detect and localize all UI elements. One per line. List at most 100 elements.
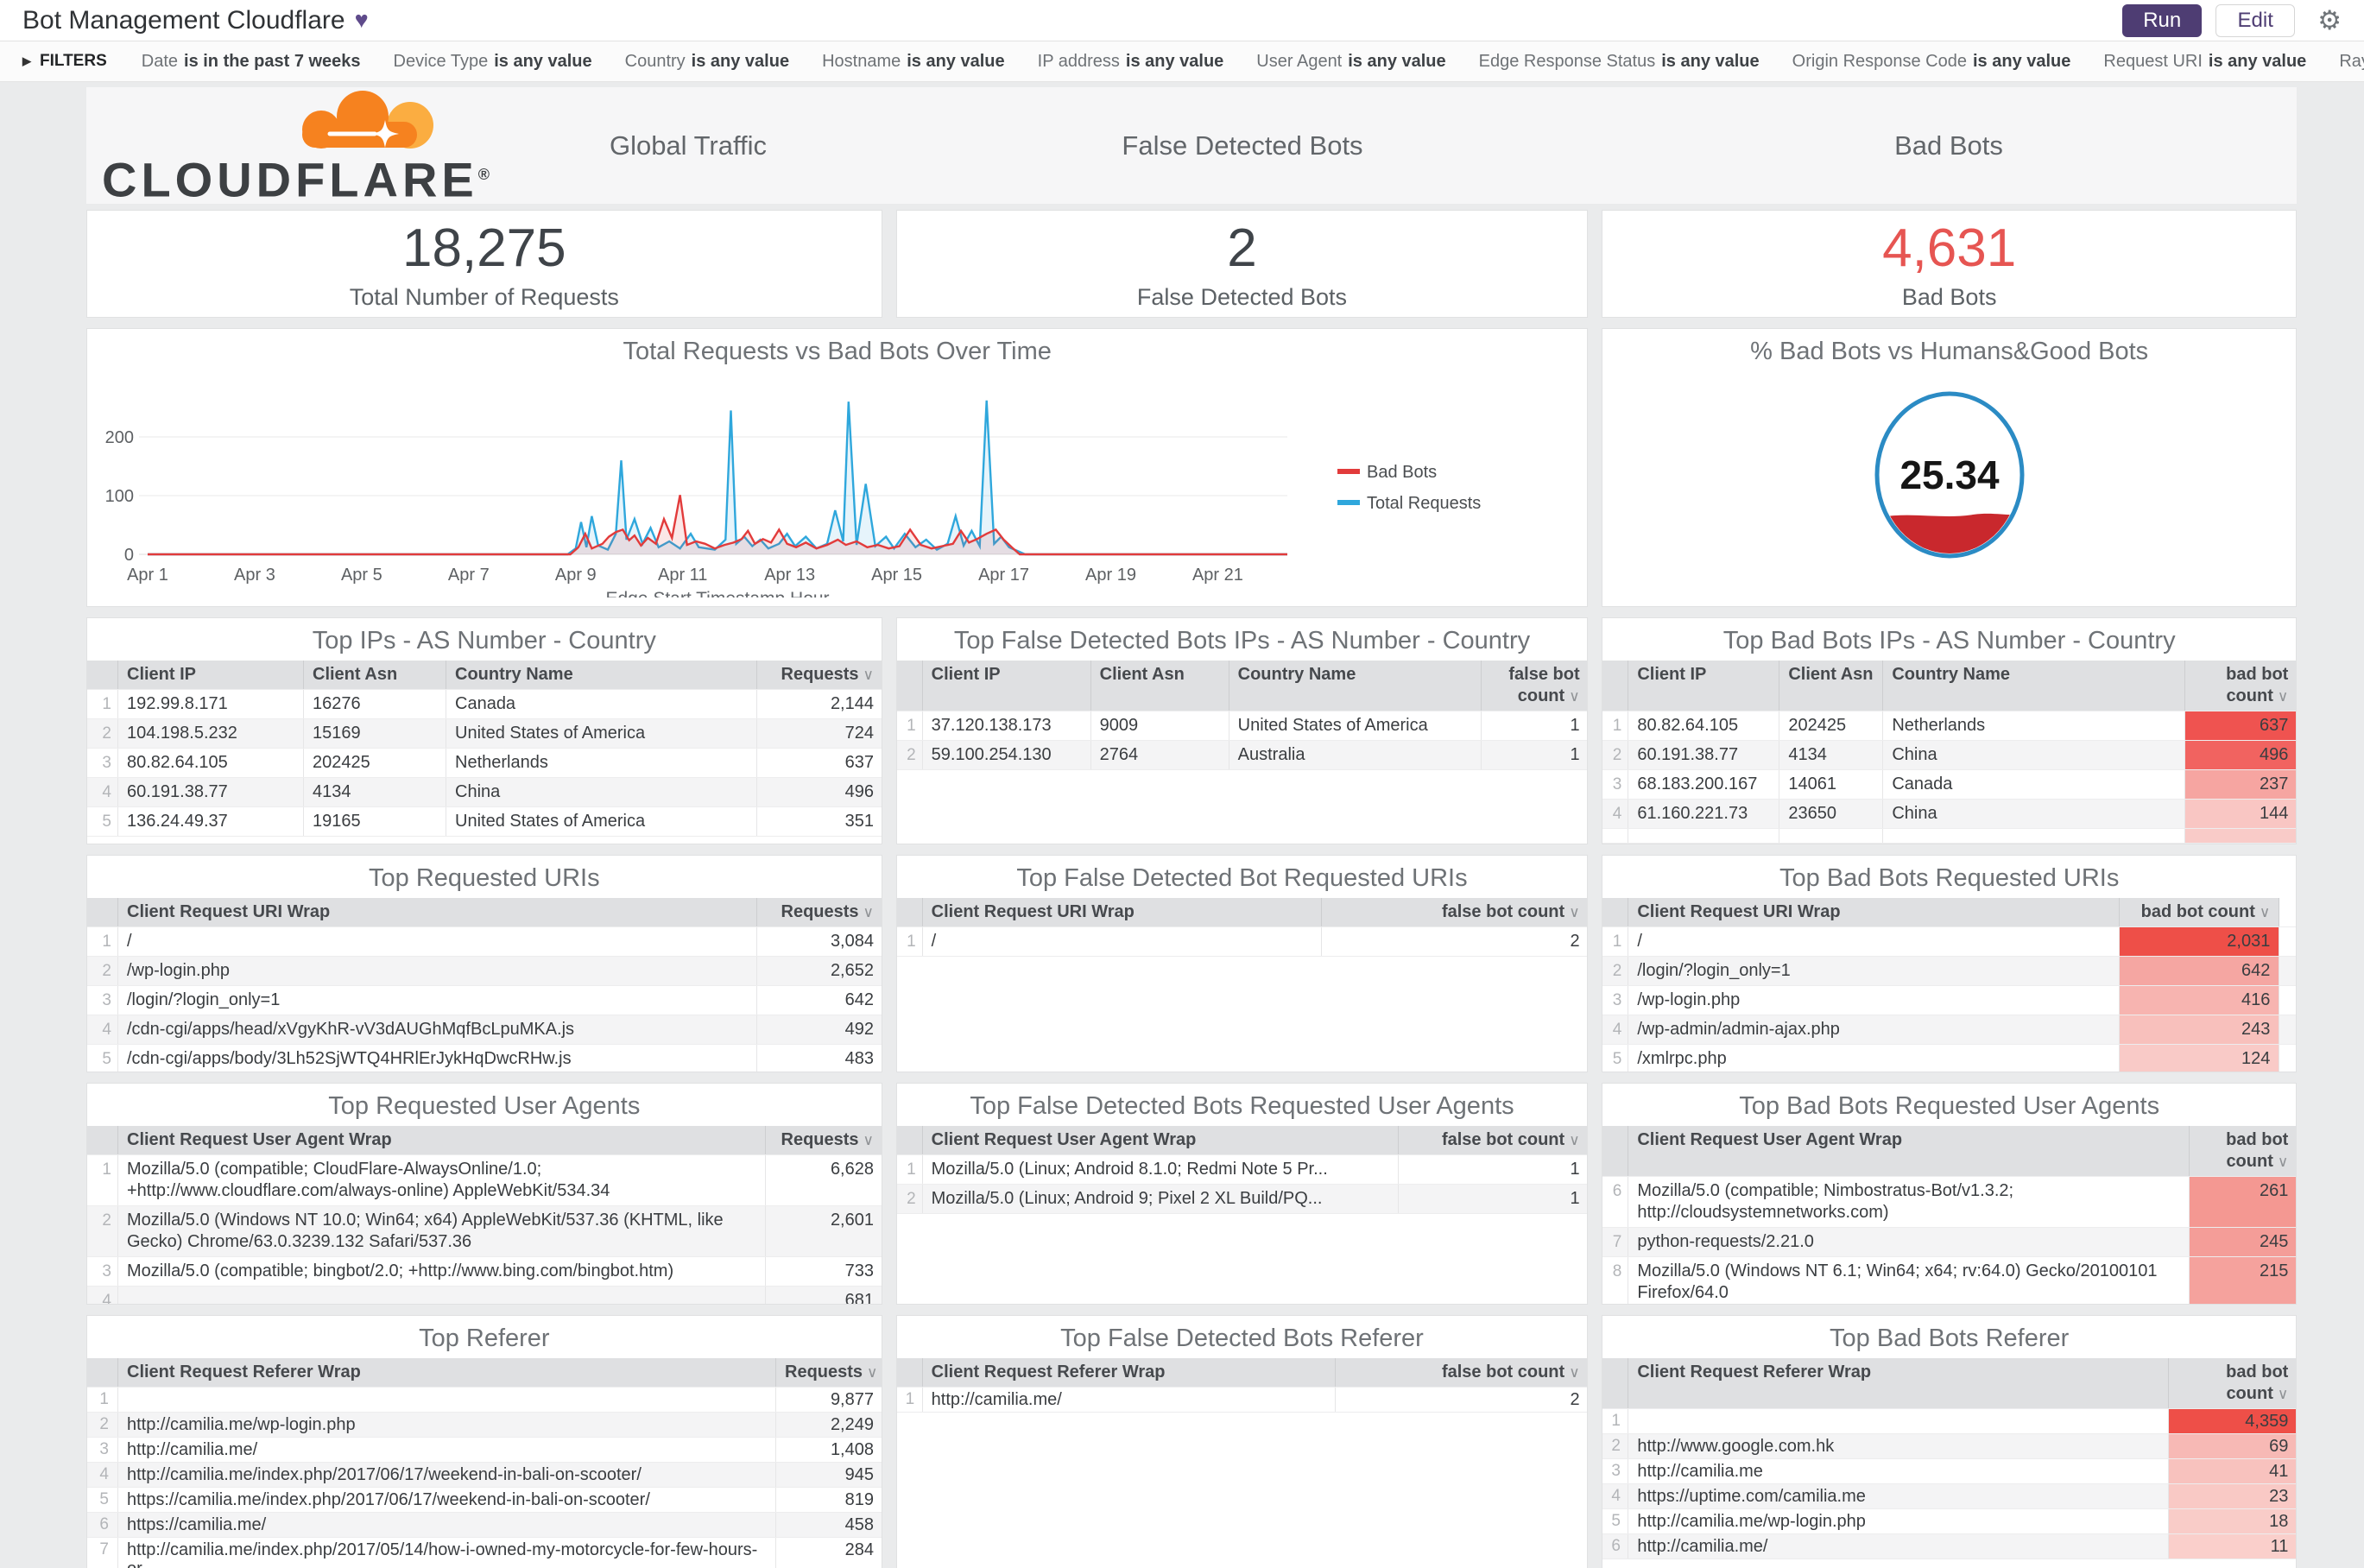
- column-header[interactable]: Client Asn: [1090, 661, 1229, 711]
- filter-item[interactable]: RayIDis any value: [2339, 52, 2364, 72]
- row-number-header: [87, 661, 118, 689]
- table-row: 1 37.120.138.173 9009 United States of Amer…: [896, 711, 1588, 741]
- top-false-bot-referer-table: Client Request Referer Wrap false bot cou…: [896, 1358, 1588, 1413]
- cloudflare-logo: CLOUDFLARE®: [102, 91, 542, 205]
- column-header[interactable]: false bot count ∨: [1481, 661, 1588, 711]
- column-header[interactable]: Country Name: [446, 661, 757, 689]
- table-cell: 496: [757, 778, 882, 806]
- table-cell: https://camilia.me/index.php/2017/06/17/…: [118, 1488, 776, 1512]
- table-row: 2 http://camilia.me/wp-login.php 2,249: [87, 1413, 882, 1438]
- table-cell: 215: [2190, 1257, 2297, 1304]
- table-cell: 11: [2169, 1534, 2297, 1559]
- table-cell: 2,652: [757, 957, 882, 985]
- table-cell: 37.120.138.173: [923, 711, 1091, 740]
- filter-item[interactable]: Country is any value: [625, 52, 789, 72]
- table-cell: Mozilla/5.0 (Linux; Android 8.1.0; Redmi…: [923, 1155, 1399, 1184]
- sort-desc-icon: ∨: [863, 1132, 874, 1148]
- row-number-header: [1602, 661, 1629, 711]
- table-cell: 245: [2190, 1228, 2297, 1256]
- column-header[interactable]: bad bot count ∨: [2169, 1358, 2297, 1408]
- legend-item[interactable]: Total Requests: [1367, 494, 1481, 513]
- table-row: 2 Mozilla/5.0 (Linux; Android 9; Pixel 2 …: [896, 1185, 1588, 1214]
- line-chart[interactable]: 0 100 200 Apr 1 Apr 3 Apr 5 Apr 7 Apr 9 Apr 11 Ap…: [87, 371, 1588, 606]
- run-button[interactable]: Run: [2122, 3, 2203, 37]
- panel-top-bad-bot-ips: Top Bad Bots IPs - AS Number - Country C…: [1602, 617, 2298, 844]
- sort-desc-icon: ∨: [2277, 1386, 2289, 1402]
- column-header[interactable]: Client Asn: [304, 661, 446, 689]
- column-header[interactable]: Requests ∨: [757, 898, 882, 926]
- svg-text:Apr 21: Apr 21: [1192, 566, 1243, 585]
- table-cell: Mozilla/5.0 (Windows NT 6.1; Win64; x64;…: [1628, 1257, 2190, 1304]
- column-header[interactable]: Client Request Referer Wrap: [922, 1358, 1336, 1387]
- panel-requests-vs-badbots-chart: Total Requests vs Bad Bots Over Time 0 10…: [86, 328, 1589, 607]
- filters-toggle[interactable]: ▶ FILTERS: [22, 52, 107, 71]
- row-number: 3: [87, 1438, 118, 1462]
- filter-value: is any value: [1973, 51, 2071, 71]
- table-row: 1 Mozilla/5.0 (compatible; CloudFlare-Alw…: [87, 1155, 882, 1206]
- sort-desc-icon: ∨: [2277, 688, 2289, 705]
- column-header[interactable]: Client Request URI Wrap: [118, 898, 757, 926]
- legend-item[interactable]: Bad Bots: [1367, 463, 1437, 482]
- table-row: 6 http://camilia.me/11: [1602, 1534, 2297, 1559]
- edit-button[interactable]: Edit: [2215, 3, 2296, 37]
- table-cell: 124: [2120, 1045, 2280, 1072]
- column-header[interactable]: Requests ∨: [776, 1358, 882, 1387]
- column-header[interactable]: Client IP: [922, 661, 1091, 711]
- table-cell: /: [118, 927, 757, 956]
- column-header[interactable]: Client Request URI Wrap: [1628, 898, 2121, 926]
- column-header[interactable]: Client Request URI Wrap: [922, 898, 1322, 926]
- column-header[interactable]: Client Asn: [1779, 661, 1884, 711]
- filter-item[interactable]: Device Type is any value: [394, 52, 592, 72]
- row-number: 5: [87, 1045, 118, 1072]
- column-header[interactable]: Country Name: [1883, 661, 2186, 711]
- column-header[interactable]: Client Request User Agent Wrap: [1628, 1126, 2190, 1176]
- table-row: 1 4,359: [1602, 1409, 2297, 1434]
- column-header[interactable]: bad bot count ∨: [2185, 661, 2297, 711]
- column-header[interactable]: Client IP: [118, 661, 304, 689]
- column-header[interactable]: bad bot count ∨: [2190, 1126, 2297, 1176]
- table-row: 1 192.99.8.171 16276 Canada 2,144: [87, 690, 882, 719]
- column-header[interactable]: false bot count ∨: [1398, 1126, 1588, 1154]
- column-header[interactable]: bad bot count ∨: [2120, 898, 2280, 926]
- column-header[interactable]: Requests ∨: [757, 661, 882, 689]
- sort-desc-icon: ∨: [1569, 688, 1580, 705]
- filter-item[interactable]: User Agent is any value: [1256, 52, 1445, 72]
- table-cell: [1628, 829, 1780, 843]
- table-cell: 261: [2190, 1177, 2297, 1227]
- column-header[interactable]: Client Request User Agent Wrap: [118, 1126, 766, 1154]
- kpi-label: Total Number of Requests: [349, 283, 619, 310]
- filter-item[interactable]: Date is in the past 7 weeks: [142, 52, 361, 72]
- top-bad-bot-ips-table: Client IP Client Asn Country Name bad bot c…: [1602, 661, 2297, 844]
- table-cell: [2185, 829, 2297, 843]
- table-cell: 237: [2185, 770, 2297, 799]
- filter-item[interactable]: Request URI is any value: [2103, 52, 2306, 72]
- column-header[interactable]: Client Request Referer Wrap: [118, 1358, 776, 1387]
- kpi-bad-bots: 4,631 Bad Bots: [1602, 210, 2298, 318]
- table-cell: 637: [2185, 711, 2297, 740]
- filter-items: Date is in the past 7 weeks Device Type is …: [142, 52, 2364, 72]
- filter-item[interactable]: IP address is any value: [1038, 52, 1224, 72]
- filter-item[interactable]: Edge Response Status is any value: [1479, 52, 1760, 72]
- table-cell: 243: [2120, 1015, 2280, 1044]
- table-cell: http://camilia.me/: [118, 1438, 776, 1462]
- panel-title: Top Requested User Agents: [328, 1092, 641, 1120]
- column-header[interactable]: Country Name: [1229, 661, 1482, 711]
- gear-icon[interactable]: ⚙: [2317, 5, 2342, 36]
- table-row: 4/wp-admin/admin-ajax.php 243: [1602, 1015, 2297, 1045]
- row-number: 3: [87, 749, 118, 777]
- table-row: 8 Mozilla/5.0 (Windows NT 6.1; Win64; x64…: [1602, 1257, 2297, 1304]
- column-header[interactable]: false bot count ∨: [1335, 1358, 1588, 1387]
- table-row: 3/login/?login_only=1 642: [87, 986, 882, 1015]
- column-header[interactable]: Client IP: [1628, 661, 1780, 711]
- column-header[interactable]: Client Request Referer Wrap: [1628, 1358, 2170, 1408]
- column-header[interactable]: Client Request User Agent Wrap: [922, 1126, 1399, 1154]
- filter-item[interactable]: Hostname is any value: [822, 52, 1005, 72]
- uris-tables-row: Top Requested URIs Client Request URI Wr…: [86, 855, 2298, 1072]
- column-header[interactable]: false bot count ∨: [1321, 898, 1588, 926]
- table-cell: /login/?login_only=1: [1628, 957, 2121, 985]
- filter-item[interactable]: Origin Response Code is any value: [1792, 52, 2071, 72]
- column-header[interactable]: Requests ∨: [766, 1126, 882, 1154]
- row-number-header: [87, 1358, 118, 1387]
- svg-text:Apr 19: Apr 19: [1085, 566, 1136, 585]
- table-cell: 1: [1482, 741, 1588, 769]
